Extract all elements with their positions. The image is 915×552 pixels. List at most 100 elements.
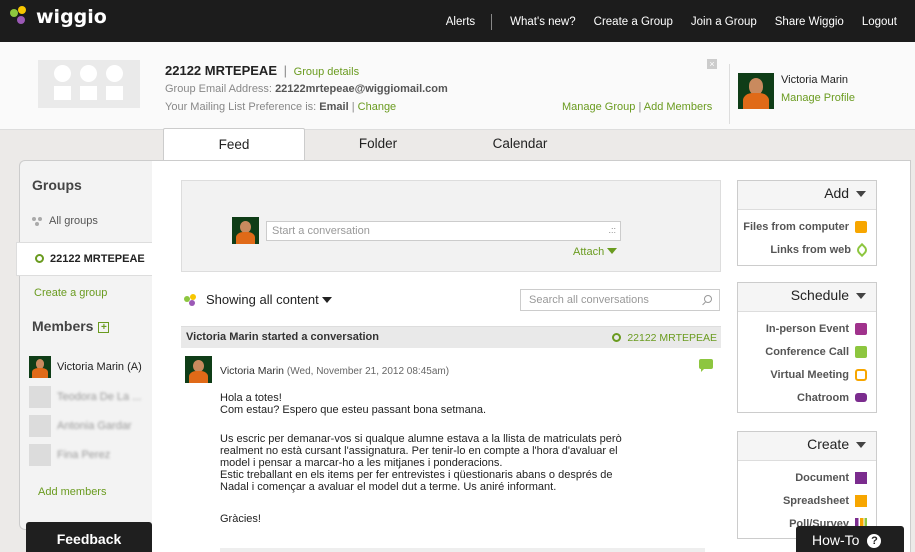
logo-dots-icon — [10, 6, 32, 28]
create-group-link[interactable]: Create a group — [34, 287, 107, 299]
member-avatar — [29, 444, 51, 466]
post-body-line: Hola a totes! — [220, 392, 282, 404]
groups-heading: Groups — [32, 177, 82, 193]
conversation-group-tag[interactable]: 22122 MRTEPEAE — [612, 332, 717, 344]
add-panel-toggle[interactable]: Add — [738, 181, 876, 210]
create-panel-toggle[interactable]: Create — [738, 432, 876, 461]
add-members-sidebar-link[interactable]: Add members — [38, 486, 106, 498]
add-members-link[interactable]: Add Members — [644, 101, 712, 113]
conversation-header: Victoria Marin started a conversation 22… — [181, 326, 721, 348]
resize-grip-icon[interactable]: .:: — [608, 225, 616, 235]
mailing-preference-line: Your Mailing List Preference is: Email |… — [165, 101, 396, 113]
search-conversations-input[interactable]: Search all conversations — [520, 289, 720, 311]
member-avatar — [29, 386, 51, 408]
spreadsheet-icon — [855, 494, 867, 507]
header-divider — [729, 64, 730, 124]
member-avatar — [29, 356, 51, 378]
attach-button[interactable]: Attach — [573, 246, 618, 258]
nav-divider — [491, 14, 493, 30]
manage-profile-link[interactable]: Manage Profile — [781, 92, 855, 104]
sidebar-item-selected-group[interactable]: 22122 MRTEPEAE — [16, 242, 154, 276]
chatroom-button[interactable]: Chatroom — [738, 386, 876, 409]
post-body-line: Com estau? Espero que esteu passant bona… — [220, 404, 487, 416]
member-item[interactable]: Teodora De La ... — [29, 386, 141, 408]
member-item[interactable]: Fina Perez — [29, 444, 110, 466]
tab-folder[interactable]: Folder — [308, 128, 448, 160]
link-icon — [854, 242, 870, 257]
files-from-computer-label: Files from computer — [743, 220, 849, 233]
close-icon[interactable]: × — [707, 59, 717, 69]
members-heading: Members + — [32, 318, 110, 334]
spreadsheet-label: Spreadsheet — [782, 494, 849, 507]
compose-box: Start a conversation .:: Attach — [181, 180, 721, 272]
group-header: 22122 MRTEPEAE | Group details Group Ema… — [0, 42, 915, 130]
start-conversation-input[interactable]: Start a conversation .:: — [266, 221, 621, 241]
post-body-line: Us escric per demanar-vos si qualque alu… — [220, 433, 622, 445]
phone-icon — [855, 345, 867, 358]
reply-box[interactable] — [220, 548, 705, 552]
group-details-link[interactable]: Group details — [294, 66, 359, 78]
user-avatar[interactable] — [738, 73, 774, 109]
add-member-plus-icon[interactable]: + — [98, 322, 110, 333]
user-name: Victoria Marin — [781, 74, 849, 86]
tab-calendar[interactable]: Calendar — [450, 128, 590, 160]
manage-links-separator: | — [638, 101, 642, 113]
create-document-button[interactable]: Document — [738, 466, 876, 489]
create-spreadsheet-button[interactable]: Spreadsheet — [738, 489, 876, 512]
post-author-avatar — [185, 356, 212, 383]
group-circle-icon — [612, 333, 622, 342]
document-label: Document — [795, 471, 849, 484]
chevron-down-icon — [856, 293, 866, 299]
feedback-button[interactable]: Feedback — [26, 522, 152, 552]
nav-whats-new[interactable]: What's new? — [510, 16, 575, 28]
comment-icon[interactable] — [699, 359, 713, 372]
compose-placeholder: Start a conversation — [272, 225, 370, 237]
in-person-event-label: In-person Event — [765, 322, 849, 335]
group-email-label: Group Email Address: — [165, 83, 272, 95]
feed-main: Start a conversation .:: Attach Showing … — [152, 160, 911, 552]
virtual-meeting-label: Virtual Meeting — [770, 368, 849, 381]
how-to-button[interactable]: How-To? — [796, 526, 904, 552]
logo-text: wiggio — [36, 6, 107, 28]
schedule-panel-toggle[interactable]: Schedule — [738, 283, 876, 312]
filter-dots-icon — [184, 293, 200, 306]
schedule-panel-title: Schedule — [790, 287, 850, 303]
in-person-event-button[interactable]: In-person Event — [738, 317, 876, 340]
compose-avatar — [232, 217, 259, 244]
attach-label: Attach — [573, 246, 605, 258]
nav-alerts[interactable]: Alerts — [446, 16, 475, 28]
calendar-icon — [855, 322, 867, 335]
group-circle-icon — [35, 254, 44, 263]
conference-call-button[interactable]: Conference Call — [738, 340, 876, 363]
chevron-down-icon — [856, 442, 866, 448]
upload-icon — [855, 220, 867, 233]
files-from-computer-button[interactable]: Files from computer — [738, 215, 876, 238]
virtual-meeting-button[interactable]: Virtual Meeting — [738, 363, 876, 386]
group-title-line: 22122 MRTEPEAE | Group details — [165, 63, 359, 78]
links-from-web-button[interactable]: Links from web — [738, 238, 876, 261]
nav-create-group[interactable]: Create a Group — [594, 16, 673, 28]
content-filter-dropdown[interactable]: Showing all content — [184, 292, 332, 307]
wiggio-logo[interactable]: wiggio — [10, 6, 107, 28]
nav-join-group[interactable]: Join a Group — [691, 16, 757, 28]
change-preference-link[interactable]: Change — [358, 101, 397, 113]
member-name: Antonia Gardar — [57, 420, 132, 432]
chevron-down-icon — [321, 296, 332, 303]
members-heading-label: Members — [32, 318, 94, 334]
nav-share-wiggio[interactable]: Share Wiggio — [775, 16, 844, 28]
post-body-line: Gràcies! — [220, 513, 261, 525]
member-item[interactable]: Antonia Gardar — [29, 415, 132, 437]
main-tabs: Feed Folder Calendar — [0, 128, 915, 161]
all-groups-item[interactable]: All groups — [32, 215, 98, 227]
how-to-label: How-To — [812, 532, 860, 548]
member-item[interactable]: Victoria Marin (A) — [29, 356, 142, 378]
conference-call-label: Conference Call — [765, 345, 849, 358]
search-placeholder: Search all conversations — [529, 294, 649, 306]
nav-logout[interactable]: Logout — [862, 16, 897, 28]
search-icon[interactable] — [704, 295, 712, 303]
help-question-icon: ? — [867, 534, 882, 548]
tab-feed[interactable]: Feed — [163, 128, 305, 161]
conversation-group-label: 22122 MRTEPEAE — [627, 332, 717, 344]
manage-group-link[interactable]: Manage Group — [562, 101, 635, 113]
all-groups-label: All groups — [49, 215, 98, 227]
